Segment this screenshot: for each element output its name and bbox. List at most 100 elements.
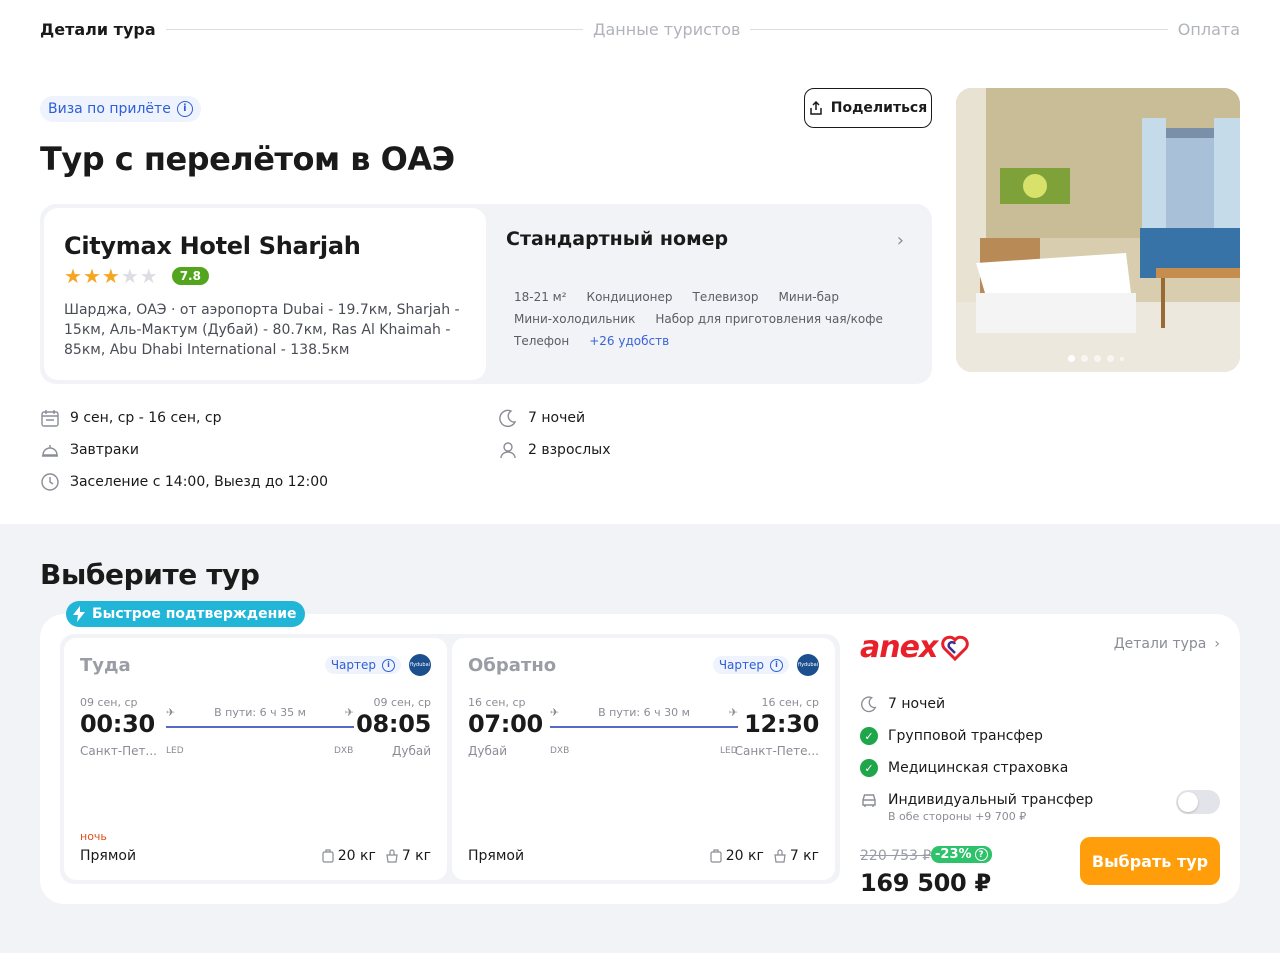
info-icon[interactable]: i	[382, 658, 395, 672]
offer-features: 7 ночей ✓ Групповой трансфер ✓ Медицинск…	[860, 688, 1220, 823]
baggage: 20 кг	[322, 848, 376, 864]
moon-icon	[861, 696, 877, 713]
amenity: Набор для приготовления чая/кофе	[655, 312, 883, 326]
airline-logo: flydubai	[409, 654, 431, 676]
clock-icon	[41, 473, 59, 491]
hotel-location: Шарджа, ОАЭ · от аэропорта Dubai - 19.7к…	[64, 302, 460, 358]
airline-logo: flydubai	[797, 654, 819, 676]
feature-insurance: ✓ Медицинская страховка	[860, 752, 1220, 784]
departure-city: Дубай	[468, 744, 508, 758]
lightning-icon	[73, 606, 85, 622]
hand-luggage: 7 кг	[386, 848, 431, 864]
step-payment[interactable]: Оплата	[1178, 20, 1240, 39]
carousel-dot[interactable]	[1107, 355, 1114, 362]
carousel-dots[interactable]	[1068, 355, 1124, 362]
step-tourists-data[interactable]: Данные туристов	[593, 20, 740, 39]
step-divider	[750, 28, 1168, 30]
amenity: Мини-бар	[778, 290, 840, 304]
share-icon	[810, 101, 822, 115]
star-icon: ★	[82, 264, 101, 288]
charter-badge[interactable]: Чартер i	[712, 656, 789, 674]
flight-duration: В пути: 6 ч 30 м	[598, 706, 690, 719]
arrival-date: 09 сен, ср	[373, 696, 431, 709]
info-icon[interactable]: i	[770, 658, 783, 672]
old-price: 220 753 ₽	[860, 848, 932, 864]
departure-city: Санкт-Пет...	[80, 744, 157, 758]
visa-badge[interactable]: Виза по прилёте i	[40, 96, 201, 122]
select-tour-button[interactable]: Выбрать тур	[1080, 837, 1220, 885]
carousel-dot[interactable]	[1068, 355, 1075, 362]
carousel-dot[interactable]	[1094, 355, 1101, 362]
more-amenities-link[interactable]: +26 удобств	[589, 334, 669, 348]
suitcase-icon	[322, 849, 334, 863]
arrival-time: 12:30	[744, 710, 819, 738]
heart-icon	[941, 635, 970, 661]
check-icon: ✓	[860, 759, 878, 777]
carousel-dot[interactable]	[1081, 355, 1088, 362]
tour-details-link[interactable]: Детали тура ›	[1114, 636, 1220, 652]
rating-badge: 7.8	[171, 267, 209, 285]
detail-guests: 2 взрослых	[498, 440, 611, 460]
flight-duration: В пути: 6 ч 35 м	[214, 706, 306, 719]
departure-code: DXB	[550, 746, 570, 756]
operator-logo: anex	[860, 630, 970, 665]
amenity: Телевизор	[692, 290, 759, 304]
charter-badge[interactable]: Чартер i	[324, 656, 401, 674]
visa-label: Виза по прилёте	[48, 101, 171, 117]
chevron-right-icon[interactable]: ›	[897, 230, 904, 251]
offer-panel: anex Детали тура › 7 ночей ✓ Групповой т…	[860, 630, 1220, 897]
individual-transfer-toggle[interactable]	[1176, 790, 1220, 814]
amenity: Кондиционер	[586, 290, 673, 304]
step-tour-details[interactable]: Детали тура	[40, 20, 156, 39]
bag-icon	[774, 849, 786, 863]
check-icon: ✓	[860, 727, 878, 745]
cloche-icon	[42, 445, 58, 457]
hotel-photo-carousel[interactable]	[956, 88, 1240, 372]
flight-type: Прямой	[80, 848, 137, 864]
return-flight[interactable]: Обратно Чартер i flydubai 16 сен, ср 07:…	[452, 638, 835, 880]
hotel-card: Citymax Hotel Sharjah ★ ★ ★ ★ ★ 7.8 Шарджа, …	[40, 204, 932, 384]
share-label: Поделиться	[830, 100, 928, 116]
landing-icon: ✈	[728, 706, 738, 719]
suitcase-icon	[710, 849, 722, 863]
hand-luggage: 7 кг	[774, 848, 819, 864]
discount-badge[interactable]: -23% ?	[931, 846, 992, 863]
fast-confirmation-badge: Быстрое подтверждение	[66, 601, 305, 627]
amenity: Мини-холодильник	[514, 312, 636, 326]
departure-date: 09 сен, ср	[80, 696, 138, 709]
hotel-name[interactable]: Citymax Hotel Sharjah	[64, 232, 466, 260]
star-icon: ★	[139, 264, 158, 288]
detail-nights: 7 ночей	[498, 408, 585, 428]
baggage: 20 кг	[710, 848, 764, 864]
progress-stepper: Детали тура Данные туристов Оплата	[40, 18, 1240, 40]
operator-name: anex	[860, 630, 938, 665]
share-button[interactable]: Поделиться	[804, 88, 932, 128]
hotel-info[interactable]: Citymax Hotel Sharjah ★ ★ ★ ★ ★ 7.8 Шарджа, …	[44, 208, 486, 380]
car-icon	[862, 794, 876, 807]
star-icon: ★	[64, 264, 82, 288]
outbound-flight[interactable]: Туда Чартер i flydubai 09 сен, ср 00:30 …	[64, 638, 447, 880]
departure-date: 16 сен, ср	[468, 696, 526, 709]
feature-nights: 7 ночей	[860, 688, 1220, 720]
star-rating: ★ ★ ★ ★ ★	[64, 266, 158, 286]
feature-group-transfer: ✓ Групповой трансфер	[860, 720, 1220, 752]
landing-icon: ✈	[344, 706, 354, 719]
room-info[interactable]: Стандартный номер › 18-21 м² Кондиционер…	[506, 228, 916, 348]
departure-time: 07:00	[468, 710, 543, 738]
room-title: Стандартный номер	[506, 228, 729, 250]
info-icon[interactable]: i	[176, 101, 193, 117]
departure-time: 00:30	[80, 710, 155, 738]
arrival-date: 16 сен, ср	[761, 696, 819, 709]
step-divider	[165, 28, 583, 30]
detail-dates: 9 сен, ср - 16 сен, ср	[40, 408, 221, 428]
flight-duration-line: ✈ В пути: 6 ч 30 м ✈	[550, 706, 738, 730]
carousel-dot[interactable]	[1120, 356, 1124, 361]
night-flight-label: ночь	[80, 830, 107, 843]
page-title: Тур с перелётом в ОАЭ	[40, 140, 455, 178]
flight-type: Прямой	[468, 848, 525, 864]
bag-icon	[386, 849, 398, 863]
flights: Туда Чартер i flydubai 09 сен, ср 00:30 …	[60, 634, 840, 884]
detail-meals: Завтраки	[40, 440, 139, 460]
moon-icon	[499, 409, 517, 428]
current-price: 169 500 ₽	[860, 869, 991, 897]
